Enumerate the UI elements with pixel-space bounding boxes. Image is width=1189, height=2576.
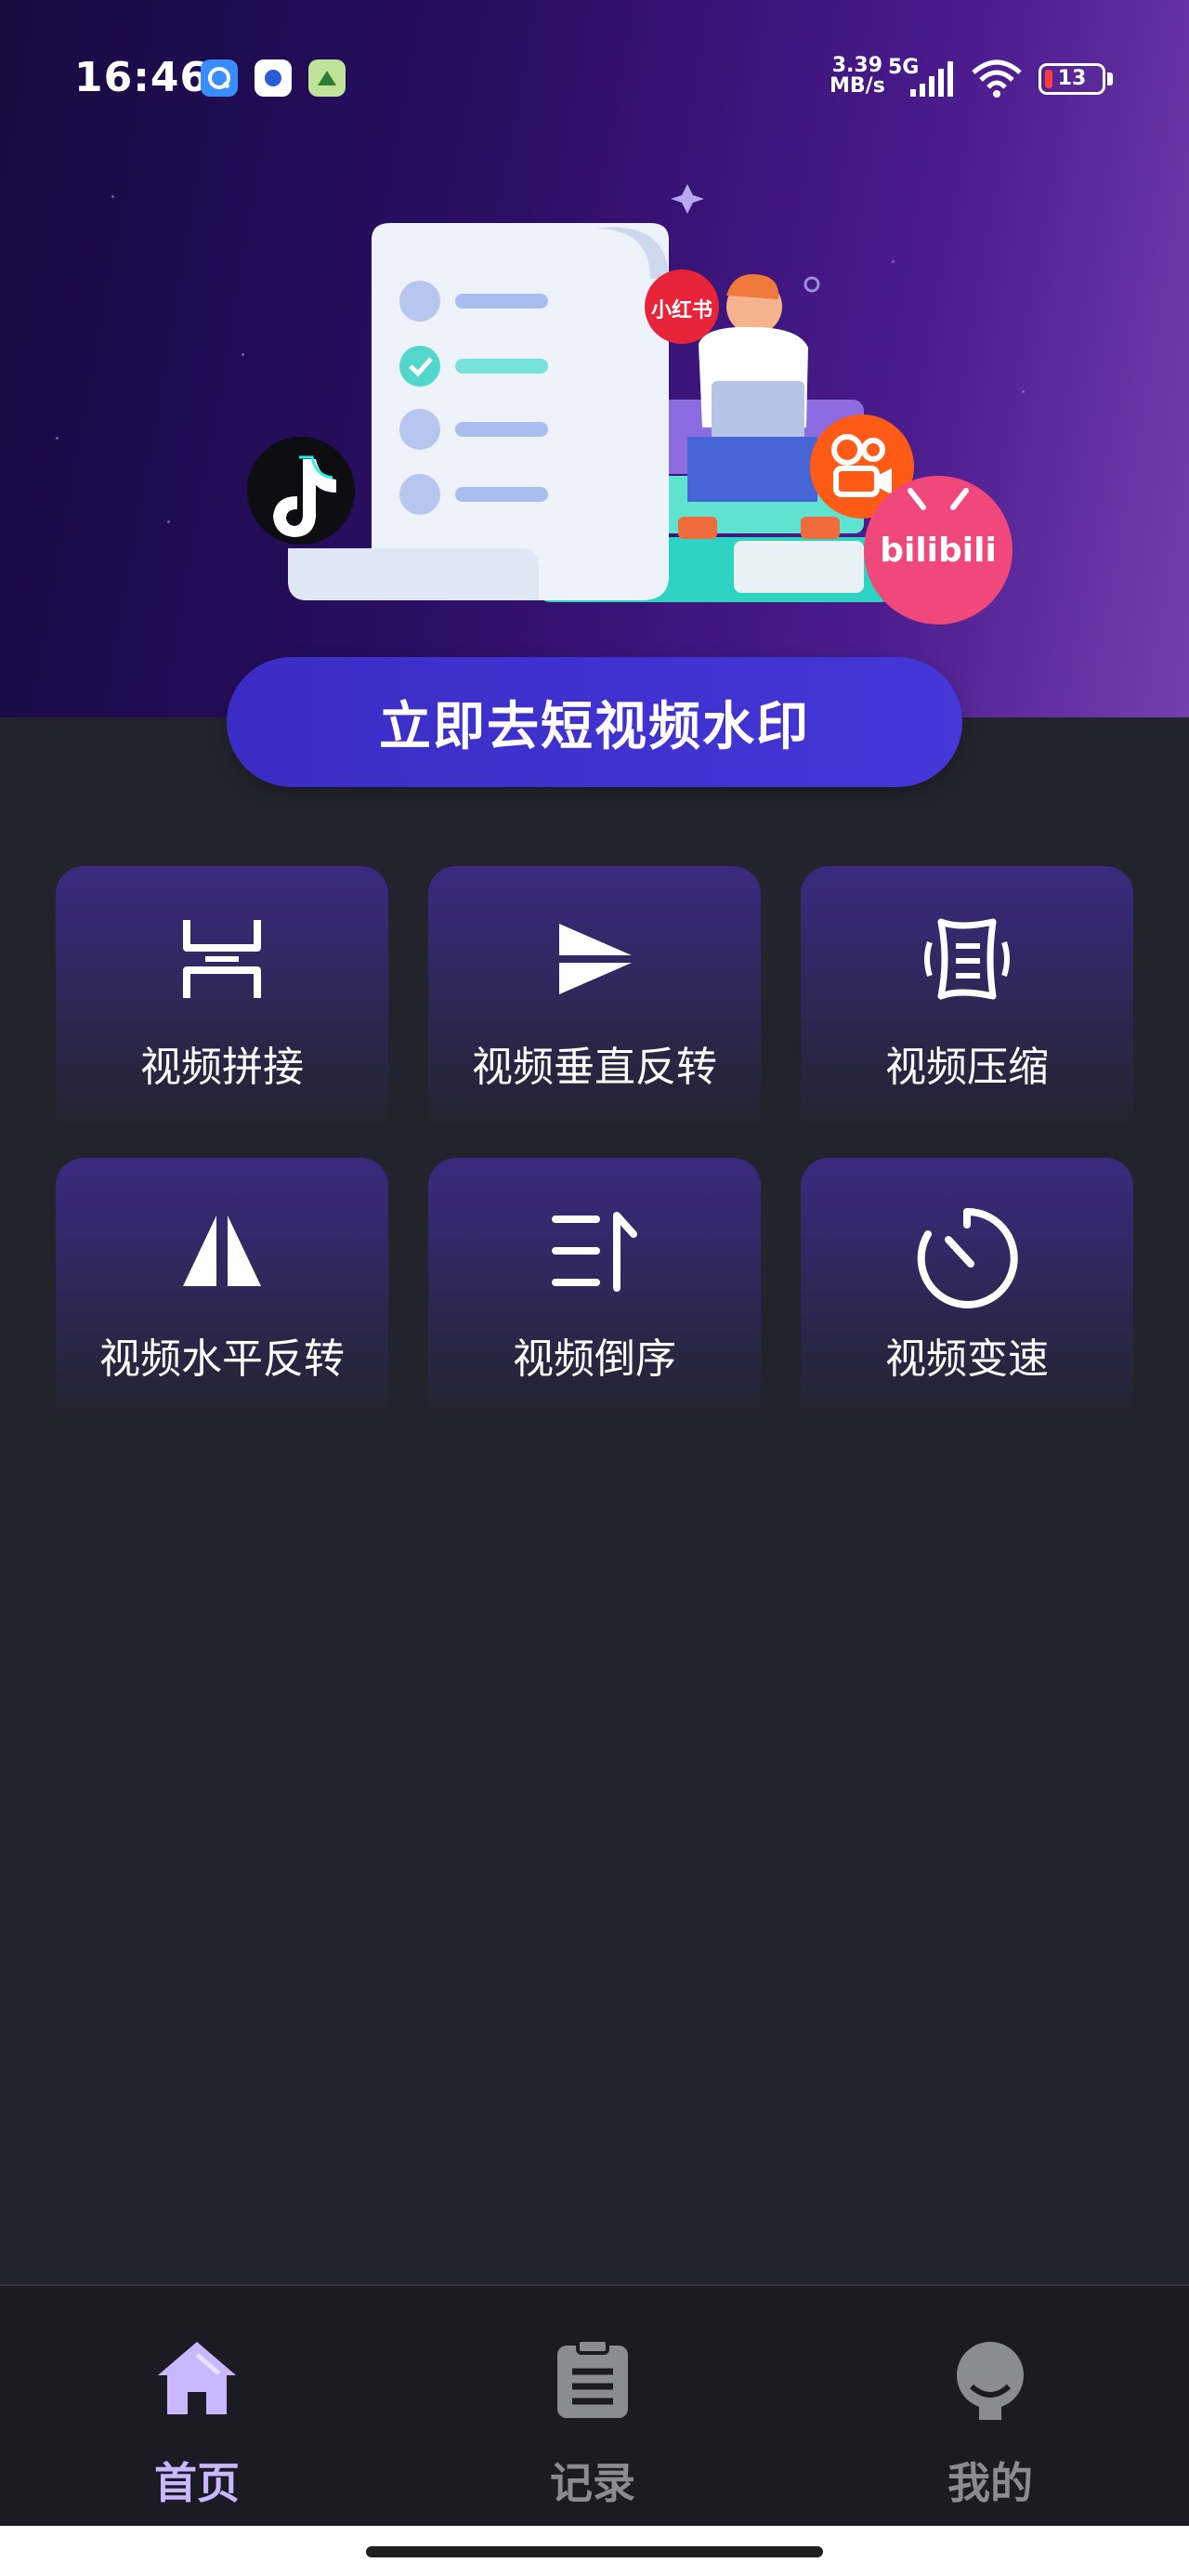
bottom-navigation: 首页 记录 我的 xyxy=(0,2284,1189,2526)
feature-vertical-flip-tile[interactable]: 视频垂直反转 xyxy=(428,866,761,1128)
feature-merge-tile[interactable]: 视频拼接 xyxy=(56,866,388,1128)
status-bar: 16:46 3.39 MB/s 5G 13 xyxy=(0,0,1189,158)
nav-label-home: 首页 xyxy=(154,2458,240,2508)
feature-reverse-tile[interactable]: 视频倒序 xyxy=(428,1158,761,1420)
battery-icon: 13 xyxy=(1039,63,1105,95)
status-time: 16:46 xyxy=(74,54,210,101)
nav-item-records[interactable]: 记录 xyxy=(481,2286,704,2528)
speed-icon xyxy=(917,1207,1018,1308)
vertical-flip-icon xyxy=(559,924,632,994)
feature-label: 视频变速 xyxy=(885,1335,1049,1383)
app-notification-icon xyxy=(255,59,292,97)
wifi-icon xyxy=(972,59,1022,98)
home-indicator[interactable] xyxy=(366,2546,823,2557)
home-icon xyxy=(158,2342,236,2414)
horizontal-flip-icon xyxy=(183,1216,261,1286)
reverse-icon xyxy=(552,1212,637,1292)
network-speed-unit: MB/s xyxy=(830,74,885,98)
feature-label: 视频压缩 xyxy=(885,1044,1049,1091)
compress-icon xyxy=(924,918,1010,1000)
clipboard-icon xyxy=(557,2338,628,2418)
remove-watermark-button[interactable]: 立即去短视频水印 xyxy=(227,657,962,787)
bilibili-badge: bilibili xyxy=(880,532,997,570)
signal-icon xyxy=(910,61,953,97)
game-notification-icon xyxy=(308,59,346,97)
merge-icon xyxy=(183,920,261,998)
feature-compress-tile[interactable]: 视频压缩 xyxy=(801,866,1133,1128)
qq-browser-notification-icon xyxy=(201,59,238,97)
feature-label: 视频拼接 xyxy=(140,1044,304,1091)
feature-label: 视频垂直反转 xyxy=(472,1044,717,1091)
xiaohongshu-badge: 小红书 xyxy=(650,299,712,322)
nav-label-profile: 我的 xyxy=(947,2458,1033,2508)
nav-label-records: 记录 xyxy=(550,2458,635,2508)
battery-level: 13 xyxy=(1057,67,1087,90)
network-speed: 3.39 MB/s xyxy=(830,56,885,97)
feature-label: 视频水平反转 xyxy=(99,1335,345,1383)
nav-item-home[interactable]: 首页 xyxy=(85,2286,308,2528)
nav-item-profile[interactable]: 我的 xyxy=(879,2286,1102,2528)
feature-horizontal-flip-tile[interactable]: 视频水平反转 xyxy=(56,1158,388,1420)
hero-banner: 小红书 bilibili 16:46 3.39 MB/s 5G 13 xyxy=(0,0,1189,717)
feature-label: 视频倒序 xyxy=(513,1335,676,1383)
feature-speed-tile[interactable]: 视频变速 xyxy=(801,1158,1133,1420)
network-speed-value: 3.39 xyxy=(831,54,883,77)
profile-icon xyxy=(957,2342,1024,2420)
